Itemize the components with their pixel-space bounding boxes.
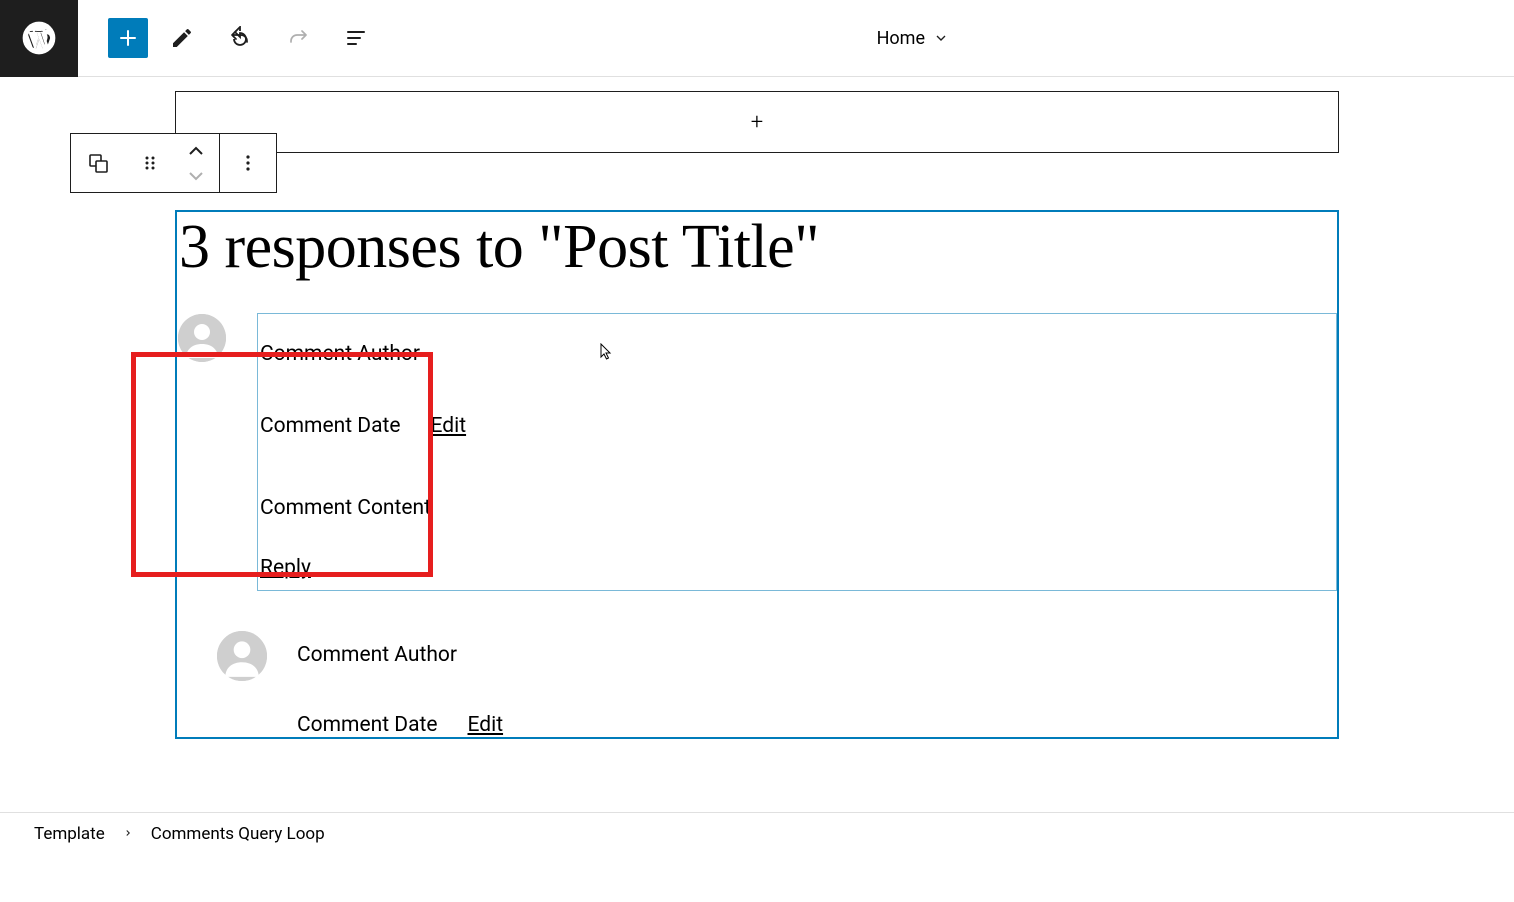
wordpress-logo[interactable] — [0, 0, 78, 77]
top-toolbar: Home — [0, 0, 1514, 77]
document-label: Home — [877, 28, 925, 49]
breadcrumb-template[interactable]: Template — [34, 824, 105, 844]
block-appender[interactable]: + — [175, 91, 1339, 153]
edit-icon[interactable] — [158, 14, 206, 62]
block-toolbar — [70, 133, 277, 193]
comments-title[interactable]: 3 responses to "Post Title" — [177, 212, 1337, 313]
comment-author[interactable]: Comment Author — [260, 342, 1334, 366]
move-up-down[interactable] — [173, 134, 219, 192]
avatar — [217, 631, 267, 681]
add-block-button[interactable] — [108, 18, 148, 58]
chevron-down-icon — [184, 164, 208, 188]
chevron-right-icon — [123, 827, 133, 841]
more-options-icon[interactable] — [220, 134, 276, 192]
redo-icon[interactable] — [274, 14, 322, 62]
chevron-up-icon — [184, 139, 208, 163]
comments-query-loop-block[interactable]: 3 responses to "Post Title" Comment Auth… — [175, 210, 1339, 739]
undo-icon[interactable] — [216, 14, 264, 62]
comment-nested[interactable]: Comment Author Comment Date Edit — [177, 631, 1337, 737]
comment-template-block[interactable]: Comment Author Comment Date Edit Comment… — [257, 313, 1337, 591]
list-view-icon[interactable] — [332, 14, 380, 62]
mouse-cursor-icon — [600, 343, 616, 359]
block-breadcrumb: Template Comments Query Loop — [0, 812, 1514, 854]
comment-date[interactable]: Comment Date — [260, 414, 401, 438]
block-type-icon[interactable] — [71, 134, 127, 192]
document-dropdown[interactable]: Home — [877, 28, 949, 49]
comment-edit-link[interactable]: Edit — [468, 713, 504, 737]
breadcrumb-current[interactable]: Comments Query Loop — [151, 824, 325, 844]
comment-author[interactable]: Comment Author — [297, 631, 1337, 667]
plus-icon: + — [751, 110, 763, 135]
comment-content[interactable]: Comment Content — [260, 496, 1334, 520]
comment-date[interactable]: Comment Date — [297, 713, 438, 737]
chevron-down-icon — [933, 30, 949, 46]
avatar — [178, 314, 226, 362]
drag-handle-icon[interactable] — [127, 134, 173, 192]
comment-reply-link[interactable]: Reply — [260, 556, 311, 580]
comment-edit-link[interactable]: Edit — [431, 414, 467, 438]
